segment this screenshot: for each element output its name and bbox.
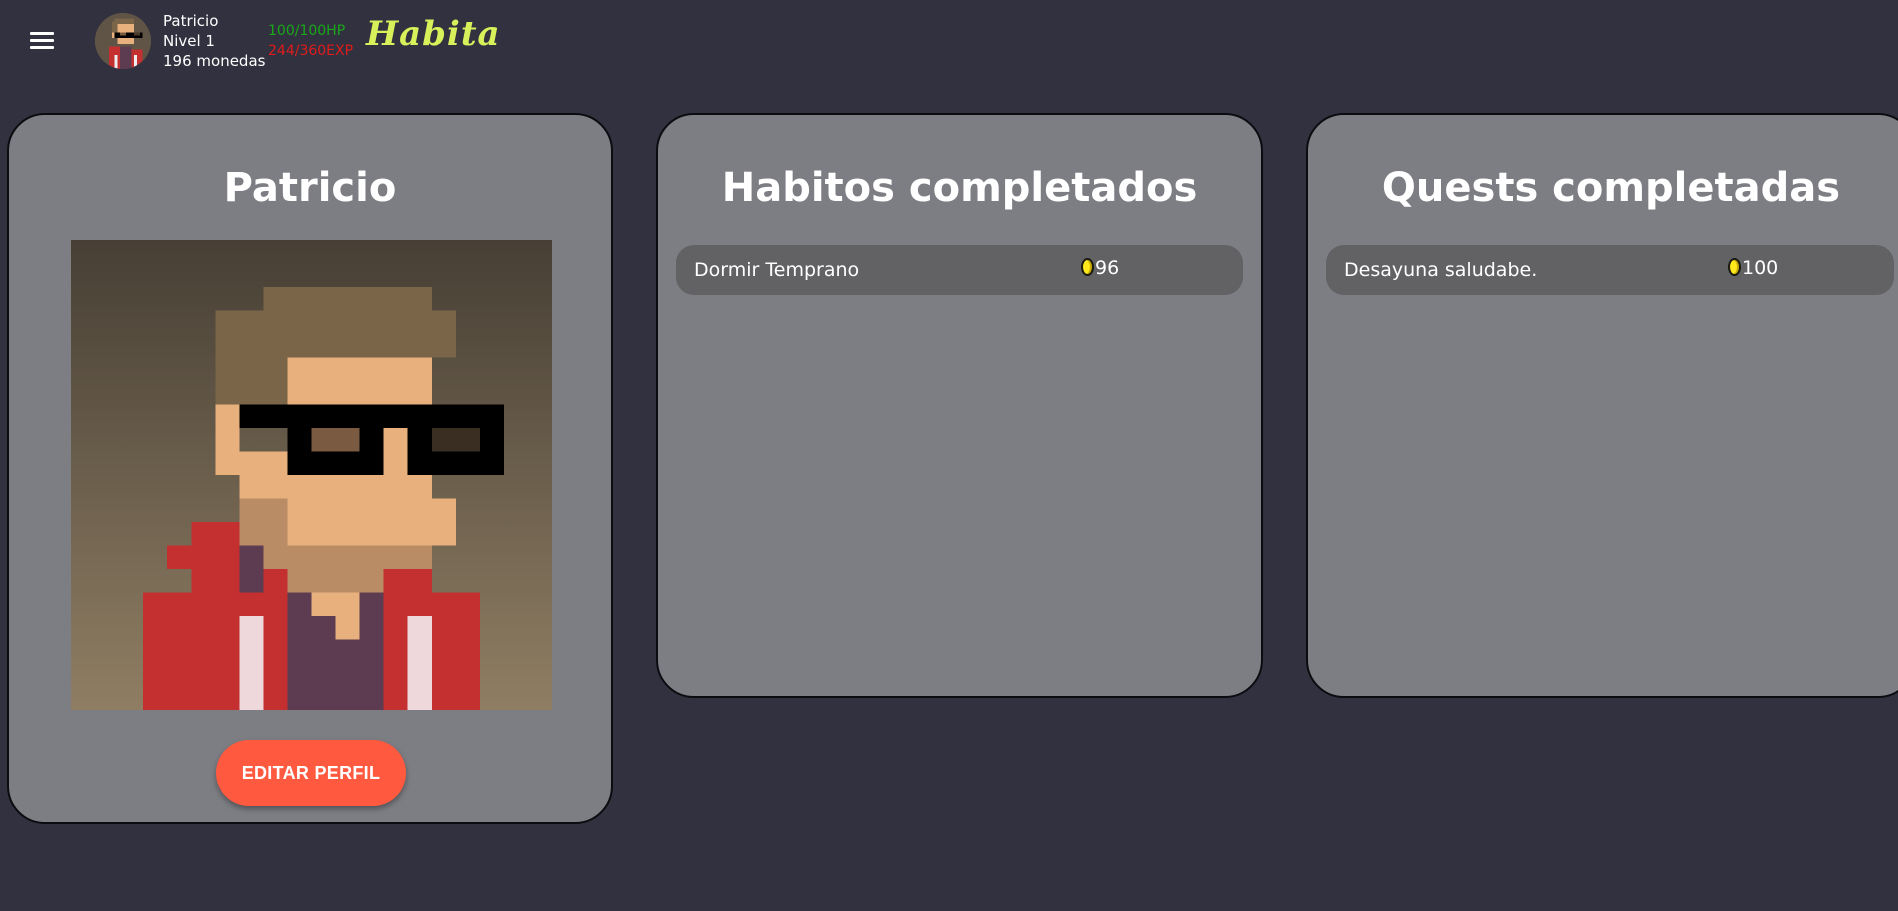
user-coins: 196 monedas (163, 52, 266, 70)
user-info: Patricio Nivel 1 196 monedas (163, 11, 265, 71)
quest-item-label: Desayuna saludabe. (1344, 259, 1538, 281)
quest-item-reward-value: 100 (1742, 257, 1779, 279)
app-logo[interactable]: Habita (366, 14, 501, 54)
coin-icon (1728, 258, 1741, 276)
user-name: Patricio (163, 12, 219, 30)
quest-item[interactable]: Desayuna saludabe. 100 (1326, 245, 1894, 295)
profile-name: Patricio (223, 165, 397, 211)
stats: 100/100HP 244/360EXP (268, 21, 353, 61)
hamburger-menu-icon[interactable] (30, 30, 56, 50)
exp-stat: 244/360EXP (268, 43, 354, 59)
quests-card: Quests completadas Desayuna saludabe. 10… (1306, 113, 1898, 698)
profile-avatar-image (71, 240, 552, 710)
user-level: Nivel 1 (163, 32, 215, 50)
edit-profile-button[interactable]: EDITAR PERFIL (216, 740, 406, 806)
habits-card: Habitos completados Dormir Temprano 96 (656, 113, 1263, 698)
avatar[interactable] (95, 13, 151, 69)
profile-card: Patricio EDITAR PERFIL (7, 113, 613, 824)
habits-title: Habitos completados (721, 165, 1198, 211)
top-bar: Patricio Nivel 1 196 monedas 100/100HP 2… (0, 0, 1898, 80)
hp-stat: 100/100HP (268, 23, 346, 39)
quests-title: Quests completadas (1381, 165, 1841, 211)
habit-item-reward-value: 96 (1095, 257, 1120, 279)
habit-item-reward: 96 (1081, 257, 1119, 279)
quest-item-reward: 100 (1728, 257, 1778, 279)
coin-icon (1081, 258, 1094, 276)
habit-item[interactable]: Dormir Temprano 96 (676, 245, 1243, 295)
habit-item-label: Dormir Temprano (694, 259, 860, 281)
